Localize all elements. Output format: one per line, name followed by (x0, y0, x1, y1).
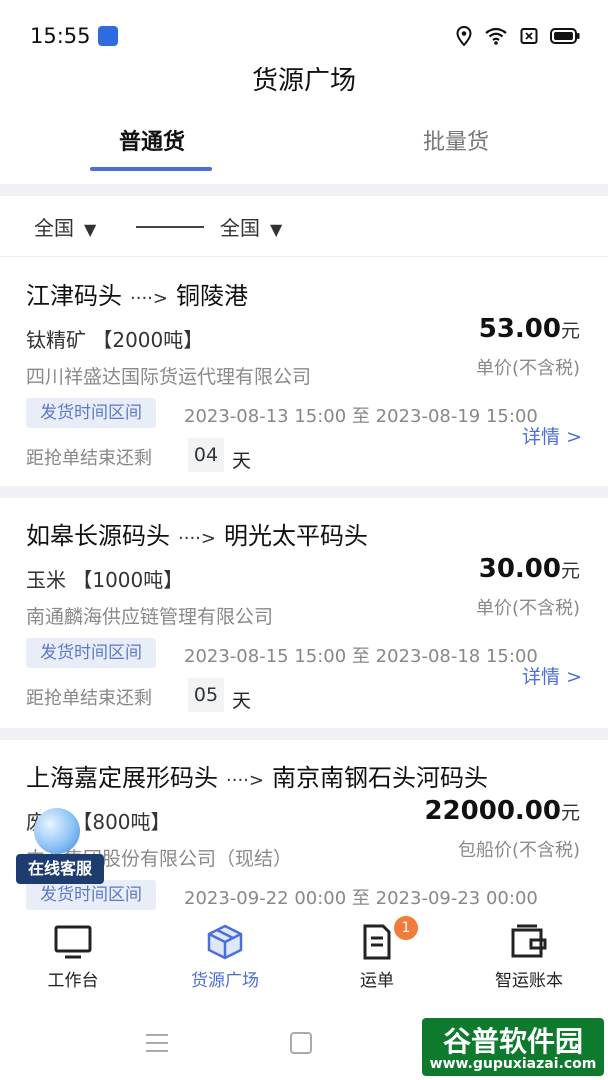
online-support-button[interactable]: 在线客服 (16, 808, 106, 886)
destination-region-value: 全国 (220, 216, 260, 240)
price: 53.00元 (479, 314, 580, 344)
countdown-days: 05 (188, 678, 224, 712)
price-unit: 元 (560, 802, 580, 824)
countdown-label: 距抢单结束还剩 (26, 448, 152, 469)
cargo-name: 钛精矿 (26, 328, 86, 352)
destination-port: 明光太平码头 (223, 522, 368, 550)
destination-port: 南京南钢石头河码头 (271, 764, 488, 792)
nav-workbench[interactable]: 工作台 (8, 924, 138, 991)
price: 30.00元 (479, 554, 580, 584)
tab-regular-cargo[interactable]: 普通货 (52, 124, 252, 156)
countdown-days-unit: 天 (232, 690, 252, 712)
price-note: 单价(不含税) (475, 598, 580, 619)
status-icons (456, 26, 580, 46)
bottom-nav: 工作台 货源广场 运单 1 智运账本 (0, 910, 608, 1000)
price-note: 单价(不含税) (475, 358, 580, 379)
chevron-right-icon: > (566, 666, 582, 688)
document-icon (363, 924, 391, 960)
active-tab-indicator (90, 167, 212, 171)
filter-connector (136, 226, 204, 228)
card-separator (0, 486, 608, 498)
box-icon (207, 924, 243, 960)
route-arrow-icon: ····> (226, 770, 264, 791)
wifi-icon (485, 27, 507, 45)
sim-icon (520, 28, 538, 44)
nav-ledger[interactable]: 智运账本 (464, 924, 594, 991)
origin-port: 如皋长源码头 (26, 522, 170, 550)
caret-down-icon: ▼ (270, 220, 283, 239)
shipping-time-badge: 发货时间区间 (26, 398, 156, 428)
chevron-right-icon: > (566, 426, 582, 448)
origin-port: 江津码头 (26, 282, 122, 310)
watermark-url: www.gupuxiazai.com (429, 1056, 597, 1072)
price-unit: 元 (560, 320, 580, 342)
shipper-company: 四川祥盛达国际货运代理有限公司 (26, 366, 312, 388)
cargo-info: 玉米 【1000吨】 (26, 564, 183, 593)
location-icon (456, 26, 472, 46)
price-value: 53.00 (478, 314, 561, 344)
destination-port: 铜陵港 (175, 282, 248, 310)
nav-workbench-label: 工作台 (47, 971, 99, 991)
watermark-title: 谷普软件园 (442, 1025, 583, 1058)
cargo-tonnage: 【1000吨】 (72, 568, 184, 592)
route: 上海嘉定展形码头 ····> 南京南钢石头河码头 (26, 758, 488, 793)
region-filter: 全国 ▼ 全国 ▼ (0, 196, 608, 257)
page-title: 货源广场 (251, 66, 356, 96)
home-icon[interactable] (290, 1032, 312, 1054)
cargo-name: 玉米 (26, 568, 66, 592)
nav-waybill-label: 运单 (360, 971, 394, 991)
cargo-card[interactable]: 江津码头 ····> 铜陵港 钛精矿 【2000吨】 四川祥盛达国际货运代理有限公司… (0, 258, 608, 486)
route: 如皋长源码头 ····> 明光太平码头 (26, 516, 368, 551)
price-value: 30.00 (478, 554, 561, 584)
shipper-company: 南通麟海供应链管理有限公司 (26, 606, 274, 628)
route-arrow-icon: ····> (178, 528, 216, 549)
waybill-count-badge: 1 (394, 916, 418, 940)
caret-down-icon: ▼ (84, 220, 97, 239)
cargo-card[interactable]: 如皋长源码头 ····> 明光太平码头 玉米 【1000吨】 南通麟海供应链管理有限… (0, 498, 608, 728)
details-link[interactable]: 详情 > (522, 662, 582, 689)
price-unit: 元 (560, 560, 580, 582)
battery-icon (550, 28, 580, 44)
origin-region-select[interactable]: 全国 ▼ (34, 212, 96, 241)
details-label: 详情 (522, 426, 561, 448)
section-divider (0, 184, 608, 196)
card-separator (0, 728, 608, 740)
status-time: 15:55 (30, 24, 91, 48)
shipping-time-range: 2023-08-13 15:00 至 2023-08-19 15:00 (184, 406, 538, 427)
route-arrow-icon: ····> (130, 288, 168, 309)
countdown-days: 04 (188, 438, 224, 472)
wallet-icon (511, 924, 547, 958)
nav-cargo-square-label: 货源广场 (191, 971, 259, 991)
countdown-label: 距抢单结束还剩 (26, 688, 152, 709)
monitor-icon (54, 925, 92, 959)
online-support-label: 在线客服 (16, 854, 104, 884)
shipping-time-range: 2023-09-22 00:00 至 2023-09-23 00:00 (184, 888, 538, 909)
tab-bulk-cargo[interactable]: 批量货 (356, 124, 556, 156)
cargo-tonnage: 【2000吨】 (92, 328, 204, 352)
watermark-logo: 谷普软件园 www.gupuxiazai.com (422, 1018, 604, 1076)
origin-port: 上海嘉定展形码头 (26, 764, 218, 792)
cargo-info: 钛精矿 【2000吨】 (26, 324, 203, 353)
price-value: 22000.00 (424, 796, 561, 826)
price: 22000.00元 (424, 796, 580, 826)
route: 江津码头 ····> 铜陵港 (26, 276, 248, 311)
details-label: 详情 (522, 666, 561, 688)
shipping-time-badge: 发货时间区间 (26, 638, 156, 668)
mascot-icon (34, 808, 80, 854)
nav-waybill[interactable]: 运单 (312, 924, 442, 991)
usb-icon (98, 26, 118, 46)
details-link[interactable]: 详情 > (522, 422, 582, 449)
menu-icon[interactable] (146, 1034, 168, 1058)
cargo-tabs: 普通货 批量货 (0, 112, 608, 172)
nav-cargo-square[interactable]: 货源广场 (160, 924, 290, 991)
countdown-days-unit: 天 (232, 450, 252, 472)
shipping-time-range: 2023-08-15 15:00 至 2023-08-18 15:00 (184, 646, 538, 667)
origin-region-value: 全国 (34, 216, 74, 240)
destination-region-select[interactable]: 全国 ▼ (220, 212, 282, 241)
nav-ledger-label: 智运账本 (495, 971, 563, 991)
price-note: 包船价(不含税) (457, 840, 580, 861)
